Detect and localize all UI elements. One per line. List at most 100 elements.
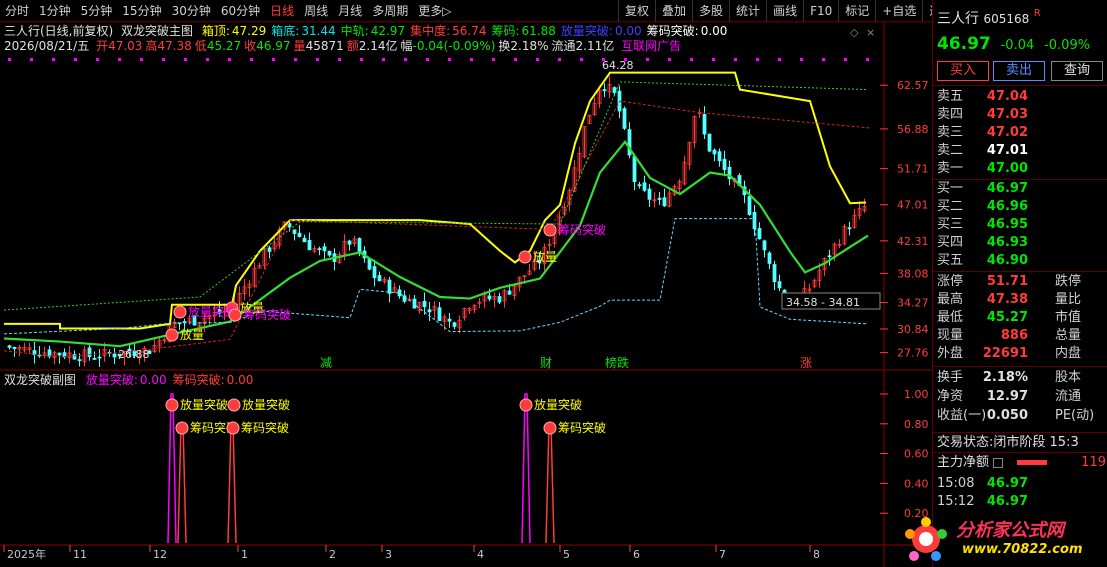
ask-row[interactable]: 卖二 47.01 — [933, 142, 1107, 160]
price-axis-label: 42.31 — [897, 235, 929, 248]
main-chart[interactable]: 62.57 56.88 51.71 47.01 42.31 38.08 34.27 30.84… — [0, 0, 932, 567]
indicator-label: 集中度: — [410, 24, 451, 38]
sub-volume-signal-icon — [519, 398, 533, 412]
date-axis-label: 2025年 — [7, 547, 46, 561]
signal-spike — [521, 393, 531, 544]
candle-body — [637, 184, 642, 187]
bid-label: 买五 — [937, 253, 964, 268]
candle-body — [372, 266, 377, 279]
date-axis-label: 5 — [563, 548, 570, 561]
top-marker — [844, 58, 847, 61]
stat-row: 最低 45.27 市值 — [933, 309, 1107, 327]
top-marker — [184, 58, 187, 61]
candle-body — [632, 156, 637, 183]
top-marker — [96, 58, 99, 61]
bid-price: 46.93 — [986, 235, 1028, 250]
sub-volume-signal: 放量突破 — [180, 397, 228, 412]
event-marker[interactable]: 榜跌 — [605, 355, 629, 370]
stat-value: 47.38 — [986, 292, 1028, 307]
sub-indicator-name[interactable]: 双龙突破副图 — [4, 373, 76, 387]
sub-axis-label: 0.60 — [904, 448, 929, 461]
price-axis-label: 38.08 — [897, 267, 929, 280]
top-marker — [250, 58, 253, 61]
tick-row: 15:08 46.97 — [933, 475, 1107, 493]
query-button[interactable]: 查询 — [1051, 61, 1103, 81]
candle-body — [347, 240, 352, 245]
candle-body — [827, 255, 832, 258]
bid-label: 买二 — [937, 199, 964, 214]
stat-label: 现量 — [937, 328, 964, 343]
bid-row[interactable]: 买五 46.90 — [933, 252, 1107, 270]
event-marker[interactable]: 财 — [540, 356, 552, 370]
candle-body — [702, 114, 707, 135]
close-icon[interactable]: × — [866, 26, 875, 39]
candle-body — [722, 158, 727, 171]
bid-row[interactable]: 买三 46.95 — [933, 216, 1107, 234]
top-marker — [118, 58, 121, 61]
top-marker — [580, 58, 583, 61]
expand-icon[interactable]: ◇ — [850, 26, 859, 39]
top-marker — [74, 58, 77, 61]
top-marker — [668, 58, 671, 61]
stat-label-2: 量比 — [1055, 292, 1082, 307]
bid-row[interactable]: 买四 46.93 — [933, 234, 1107, 252]
price-axis-label: 34.27 — [897, 297, 929, 310]
signal-spike — [545, 423, 555, 544]
stat-label-2: 跌停 — [1055, 274, 1082, 289]
event-marker[interactable]: 减 — [320, 356, 332, 370]
indicator-name[interactable]: 双龙突破主图 — [121, 24, 193, 38]
indicator-value: 0.00 — [614, 24, 642, 38]
candle-body — [377, 275, 382, 282]
sub-chip-signal: 筹码突破 — [241, 420, 289, 435]
candle-body — [622, 108, 627, 129]
top-marker — [448, 58, 451, 61]
date-axis-label: 8 — [813, 548, 820, 561]
price-axis-label: 62.57 — [897, 79, 929, 92]
event-marker[interactable]: 涨 — [800, 355, 812, 370]
ohlc-value: 2.11亿 — [575, 39, 615, 53]
stat-label: 外盘 — [937, 346, 964, 361]
sell-button[interactable]: 卖出 — [993, 61, 1045, 81]
candle-body — [112, 353, 117, 358]
ask-price: 47.01 — [986, 143, 1028, 158]
top-marker — [206, 58, 209, 61]
candle-body — [647, 188, 652, 200]
top-marker — [470, 58, 473, 61]
top-marker — [866, 58, 869, 61]
candle-body — [77, 359, 82, 362]
candle-body — [767, 252, 772, 264]
sub-volume-signal-icon — [227, 398, 241, 412]
ask-label: 卖二 — [937, 143, 964, 158]
price-axis-label: 27.76 — [897, 347, 929, 360]
tick-time: 15:08 — [937, 476, 975, 491]
sub-volume-signal: 放量突破 — [242, 397, 290, 412]
margin-flag: R — [1033, 8, 1041, 19]
divider — [933, 271, 1107, 272]
stat-row: 最高 47.38 量比 — [933, 291, 1107, 309]
chip-breakout-signal: 筹码突破 — [558, 222, 606, 237]
ohlc-label: 收 — [244, 39, 257, 53]
bid-row[interactable]: 买二 46.96 — [933, 198, 1107, 216]
candle-body — [357, 238, 362, 253]
ask-row[interactable]: 卖四 47.03 — [933, 106, 1107, 124]
candle-body — [507, 290, 512, 295]
ask-row[interactable]: 卖三 47.02 — [933, 124, 1107, 142]
concept-tag[interactable]: 互联网广告 — [621, 39, 681, 53]
candle-body — [267, 247, 272, 252]
trading-terminal: { "toolbar":{ "periods":["分时","1分钟","5分钟… — [0, 0, 1107, 567]
top-marker — [338, 58, 341, 61]
bid-row[interactable]: 买一 46.97 — [933, 180, 1107, 198]
ask-row[interactable]: 卖一 47.00 — [933, 160, 1107, 178]
indicator-label: 中轨: — [340, 24, 369, 38]
ohlc-value: -0.04(-0.09%) — [412, 39, 496, 53]
stat-label-2: 总量 — [1055, 328, 1082, 343]
logo-url: www.70822.com — [962, 542, 1083, 557]
ohlc-label: 开 — [96, 39, 109, 53]
stock-code: 605168 — [983, 12, 1030, 26]
ask-row[interactable]: 卖五 47.04 — [933, 88, 1107, 106]
top-marker — [800, 58, 803, 61]
top-marker — [756, 58, 759, 61]
stat-label-2: 股本 — [1055, 370, 1082, 385]
flow-toggle-icon[interactable] — [993, 457, 1004, 468]
buy-button[interactable]: 买入 — [937, 61, 989, 81]
